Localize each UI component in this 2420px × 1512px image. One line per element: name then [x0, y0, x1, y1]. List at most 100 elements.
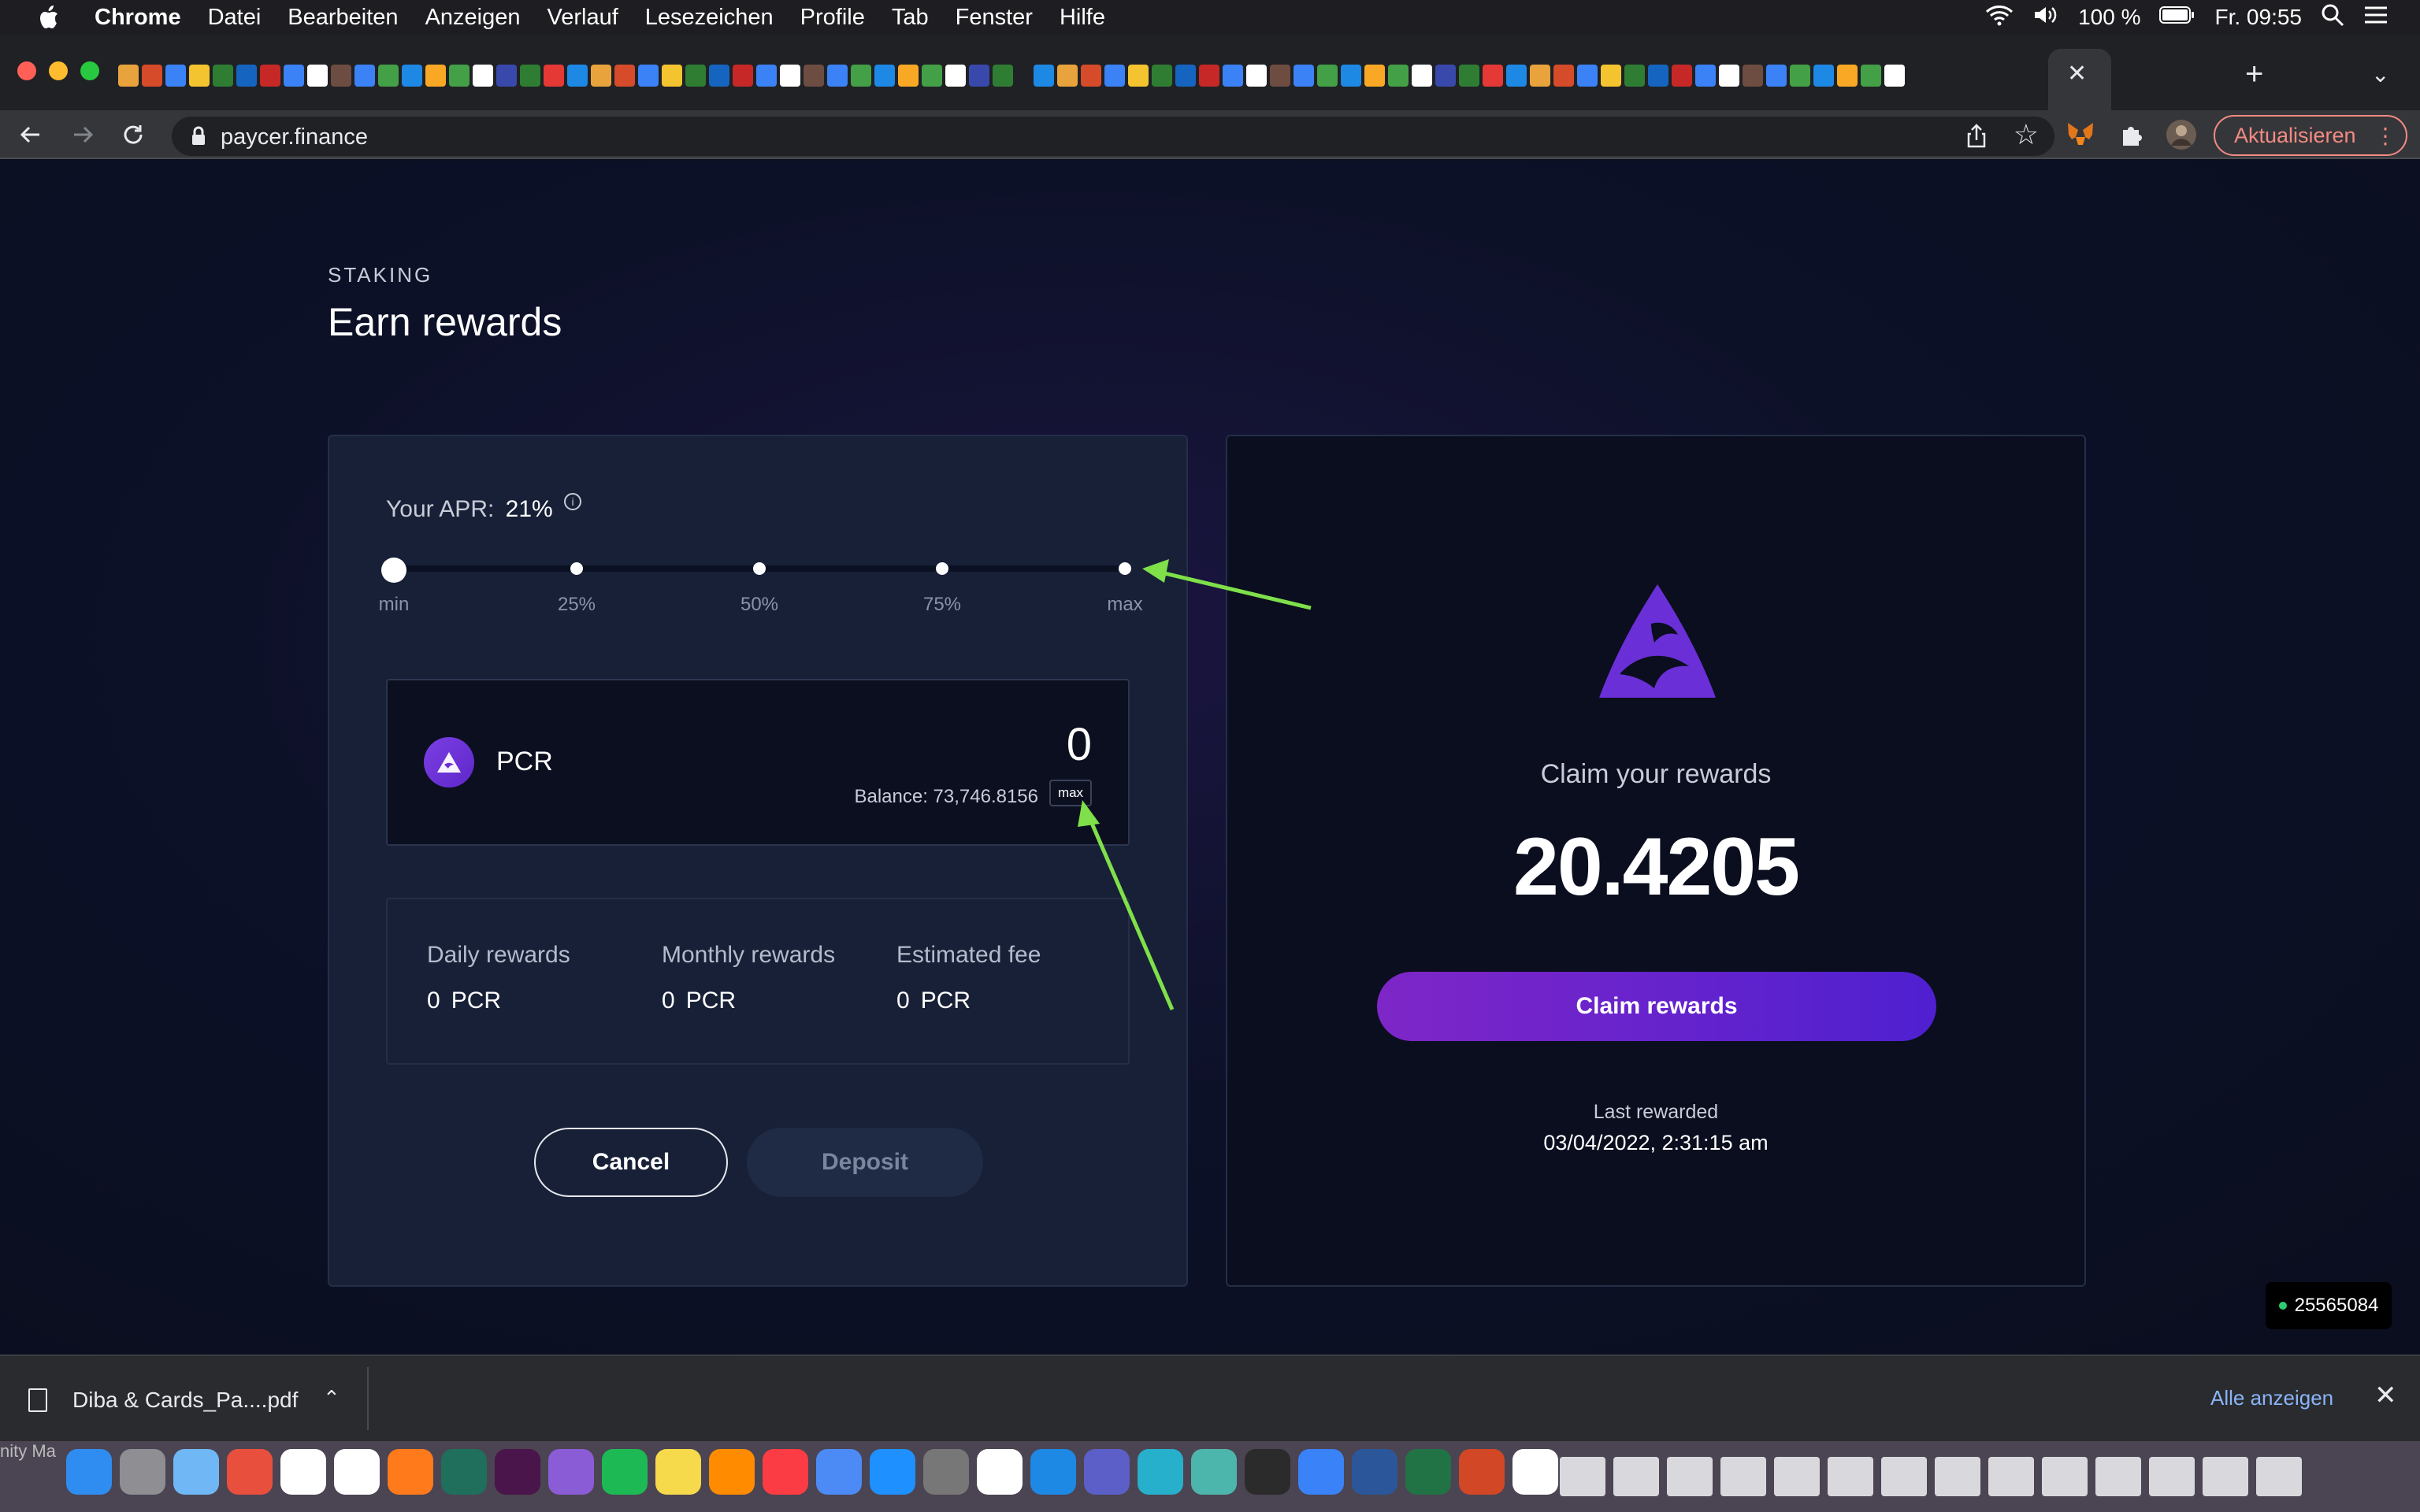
- dock-app-icon[interactable]: [602, 1449, 648, 1495]
- tab-favicon-icon[interactable]: [1884, 65, 1905, 87]
- tab-favicon-icon[interactable]: [1601, 65, 1621, 87]
- dock-app-icon[interactable]: [816, 1449, 862, 1495]
- tab-favicon-icon[interactable]: [662, 65, 682, 87]
- tab-favicon-icon[interactable]: [1506, 65, 1527, 87]
- tab-favicon-icon[interactable]: [260, 65, 280, 87]
- menu-verlauf[interactable]: Verlauf: [547, 5, 618, 31]
- dock-app-icon[interactable]: [1245, 1449, 1290, 1495]
- tab-favicon-icon[interactable]: [1577, 65, 1598, 87]
- dock-app-icon[interactable]: [1298, 1449, 1344, 1495]
- dock-app-icon[interactable]: [1405, 1449, 1451, 1495]
- menu-fenster[interactable]: Fenster: [956, 5, 1033, 31]
- window-zoom-button[interactable]: [80, 61, 99, 80]
- tab-favicon-icon[interactable]: [1388, 65, 1409, 87]
- profile-avatar[interactable]: [2165, 118, 2198, 151]
- tab-favicon-icon[interactable]: [804, 65, 824, 87]
- tab-favicon-icon[interactable]: [756, 65, 777, 87]
- tab-favicon-icon[interactable]: [993, 65, 1013, 87]
- tab-favicon-icon[interactable]: [1743, 65, 1763, 87]
- tab-favicon-icon[interactable]: [189, 65, 210, 87]
- tab-favicon-icon[interactable]: [1199, 65, 1219, 87]
- tab-favicon-icon[interactable]: [1364, 65, 1385, 87]
- apple-icon[interactable]: [32, 0, 66, 35]
- tab-favicon-icon[interactable]: [1128, 65, 1149, 87]
- menu-app-name[interactable]: Chrome: [95, 5, 181, 31]
- tab-favicon-icon[interactable]: [1294, 65, 1314, 87]
- slider-thumb[interactable]: [381, 558, 406, 583]
- menu-anzeigen[interactable]: Anzeigen: [425, 5, 521, 31]
- tab-favicon-icon[interactable]: [354, 65, 375, 87]
- claim-rewards-button[interactable]: Claim rewards: [1377, 972, 1936, 1041]
- pinned-tab-favicons[interactable]: [118, 61, 2040, 90]
- tab-favicon-icon[interactable]: [544, 65, 564, 87]
- tab-favicon-icon[interactable]: [922, 65, 942, 87]
- wifi-icon[interactable]: [1985, 4, 2014, 32]
- tab-favicon-icon[interactable]: [1553, 65, 1574, 87]
- minimized-window-thumbnail[interactable]: [2042, 1457, 2088, 1496]
- tab-favicon-icon[interactable]: [591, 65, 611, 87]
- reload-icon[interactable]: [117, 118, 150, 151]
- cancel-button[interactable]: Cancel: [534, 1128, 728, 1197]
- tab-favicon-icon[interactable]: [1175, 65, 1196, 87]
- tab-favicon-icon[interactable]: [1790, 65, 1810, 87]
- tab-favicon-icon[interactable]: [449, 65, 470, 87]
- menubar-clock[interactable]: Fr. 09:55: [2214, 5, 2302, 30]
- minimized-window-thumbnail[interactable]: [1667, 1457, 1713, 1496]
- dock-app-icon[interactable]: [763, 1449, 808, 1495]
- dock-app-icon[interactable]: [280, 1449, 326, 1495]
- tab-favicon-icon[interactable]: [780, 65, 800, 87]
- minimized-window-thumbnail[interactable]: [1774, 1457, 1820, 1496]
- tab-favicon-icon[interactable]: [733, 65, 753, 87]
- tab-favicon-icon[interactable]: [709, 65, 729, 87]
- tab-favicon-icon[interactable]: [1270, 65, 1290, 87]
- tab-favicon-icon[interactable]: [1104, 65, 1125, 87]
- minimized-window-thumbnail[interactable]: [1935, 1457, 1980, 1496]
- minimized-window-thumbnail[interactable]: [1613, 1457, 1659, 1496]
- menu-profile[interactable]: Profile: [800, 5, 865, 31]
- slider-stop-75[interactable]: [936, 562, 948, 575]
- tab-favicon-icon[interactable]: [1672, 65, 1692, 87]
- menu-tab[interactable]: Tab: [892, 5, 929, 31]
- back-icon[interactable]: [14, 118, 47, 151]
- minimized-window-thumbnail[interactable]: [1720, 1457, 1766, 1496]
- tab-favicon-icon[interactable]: [496, 65, 517, 87]
- minimized-window-thumbnail[interactable]: [1881, 1457, 1927, 1496]
- minimized-window-thumbnail[interactable]: [1988, 1457, 2034, 1496]
- dock-app-icon[interactable]: [923, 1449, 969, 1495]
- slider-stop-25[interactable]: [570, 562, 583, 575]
- tab-favicon-icon[interactable]: [520, 65, 540, 87]
- tab-favicon-icon[interactable]: [1648, 65, 1668, 87]
- close-icon[interactable]: ✕: [2374, 1380, 2397, 1411]
- tab-favicon-icon[interactable]: [1016, 65, 1030, 87]
- metamask-fox-icon[interactable]: [2064, 118, 2097, 151]
- tab-favicon-icon[interactable]: [142, 65, 162, 87]
- url-text[interactable]: paycer.finance: [221, 124, 368, 150]
- tab-favicon-icon[interactable]: [898, 65, 919, 87]
- dock-app-icon[interactable]: [655, 1449, 701, 1495]
- download-item[interactable]: Diba & Cards_Pa....pdf ⌃: [28, 1377, 367, 1424]
- update-chrome-button[interactable]: Aktualisieren ⋮: [2214, 115, 2407, 156]
- dock-app-icon[interactable]: [1030, 1449, 1076, 1495]
- minimized-window-thumbnail[interactable]: [1828, 1457, 1873, 1496]
- tab-favicon-icon[interactable]: [614, 65, 635, 87]
- dock-app-icon[interactable]: [1512, 1449, 1558, 1495]
- tab-search-chevron-icon[interactable]: ⌄: [2371, 61, 2389, 87]
- new-tab-button[interactable]: +: [2245, 57, 2263, 92]
- tab-favicon-icon[interactable]: [1223, 65, 1243, 87]
- volume-icon[interactable]: [2032, 4, 2059, 32]
- minimized-window-thumbnail[interactable]: [2203, 1457, 2248, 1496]
- minimized-window-thumbnail[interactable]: [2149, 1457, 2195, 1496]
- dock-app-icon[interactable]: [334, 1449, 380, 1495]
- tab-favicon-icon[interactable]: [1837, 65, 1858, 87]
- tab-favicon-icon[interactable]: [1861, 65, 1881, 87]
- control-center-icon[interactable]: [2363, 5, 2388, 31]
- tab-favicon-icon[interactable]: [1813, 65, 1834, 87]
- dock-app-icon[interactable]: [1191, 1449, 1237, 1495]
- deposit-button[interactable]: Deposit: [747, 1128, 983, 1197]
- info-icon[interactable]: i: [564, 493, 582, 510]
- tab-favicon-icon[interactable]: [969, 65, 989, 87]
- tab-favicon-icon[interactable]: [638, 65, 659, 87]
- minimized-window-thumbnail[interactable]: [1560, 1457, 1605, 1496]
- tab-favicon-icon[interactable]: [473, 65, 493, 87]
- menu-lesezeichen[interactable]: Lesezeichen: [645, 5, 774, 31]
